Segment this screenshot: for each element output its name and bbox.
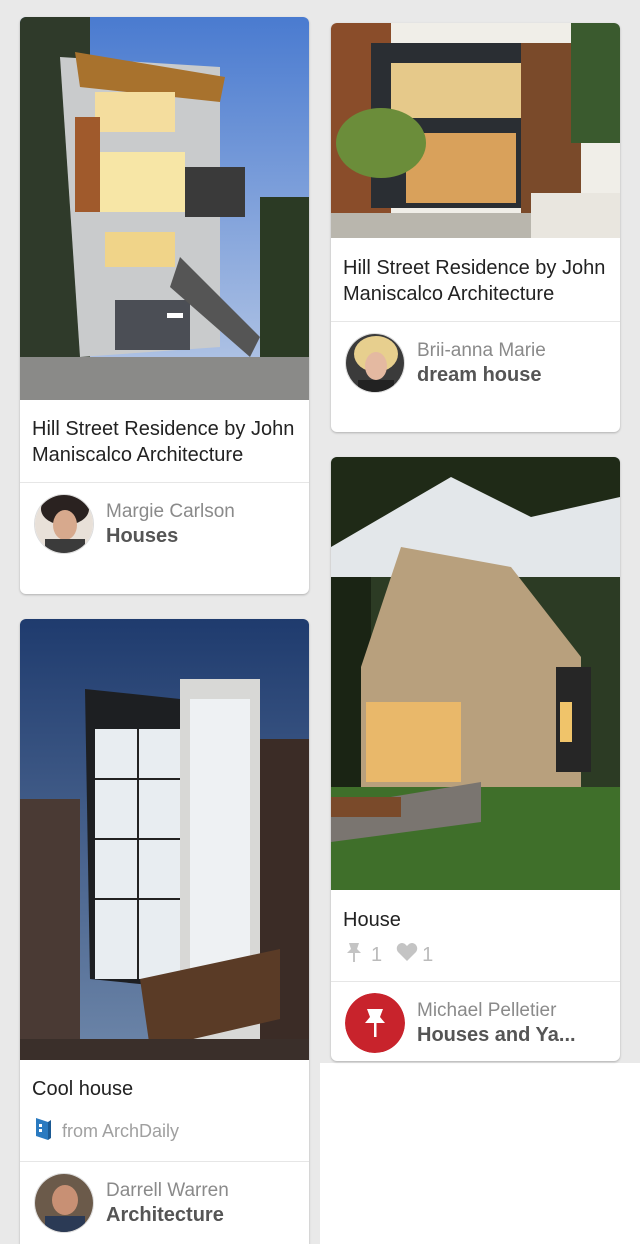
archdaily-icon — [34, 1116, 52, 1147]
source-label: from ArchDaily — [62, 1121, 180, 1141]
pin-image[interactable] — [331, 457, 620, 890]
like-count: 1 — [422, 943, 434, 966]
pin-image[interactable] — [20, 619, 309, 1060]
pin-description: House — [343, 909, 401, 931]
pinner-name[interactable]: Margie Carlson — [106, 499, 235, 524]
pin-description: Hill Street Residence by John Maniscalco… — [343, 257, 606, 305]
pin-stats: 1 1 — [331, 933, 620, 981]
heart-icon — [396, 942, 418, 968]
pinner-info[interactable]: Michael Pelletier Houses and Ya... — [331, 981, 620, 1061]
board-name[interactable]: Houses and Ya... — [417, 1023, 576, 1048]
pin-description: Cool house — [32, 1078, 134, 1100]
pinner-info[interactable]: Brii-anna Marie dream house — [331, 321, 620, 404]
board-name[interactable]: Houses — [106, 524, 235, 549]
pinner-info[interactable]: Margie Carlson Houses — [20, 482, 309, 565]
avatar[interactable] — [34, 494, 94, 554]
pinner-name[interactable]: Darrell Warren — [106, 1178, 229, 1203]
pin-card[interactable]: Cool house from ArchDaily Darrell Warren… — [20, 619, 309, 1244]
repin-count: 1 — [371, 943, 383, 966]
empty-area — [320, 1063, 640, 1244]
repin-icon — [343, 941, 367, 969]
pinner-name[interactable]: Michael Pelletier — [417, 998, 576, 1023]
pin-card[interactable]: House 1 1 Michael Pelletier Houses and Y — [331, 457, 620, 1061]
pin-description: Hill Street Residence by John Maniscalco… — [32, 418, 295, 466]
pin-card[interactable]: Hill Street Residence by John Maniscalco… — [20, 17, 309, 594]
avatar[interactable] — [345, 993, 405, 1053]
pinner-name[interactable]: Brii-anna Marie — [417, 338, 546, 363]
pin-image[interactable] — [20, 17, 309, 400]
pinner-info[interactable]: Darrell Warren Architecture — [20, 1161, 309, 1244]
pin-card[interactable]: Hill Street Residence by John Maniscalco… — [331, 23, 620, 432]
board-name[interactable]: dream house — [417, 363, 546, 388]
pin-source[interactable]: from ArchDaily — [20, 1106, 309, 1161]
avatar[interactable] — [345, 333, 405, 393]
avatar[interactable] — [34, 1173, 94, 1233]
board-name[interactable]: Architecture — [106, 1203, 229, 1228]
pin-image[interactable] — [331, 23, 620, 238]
